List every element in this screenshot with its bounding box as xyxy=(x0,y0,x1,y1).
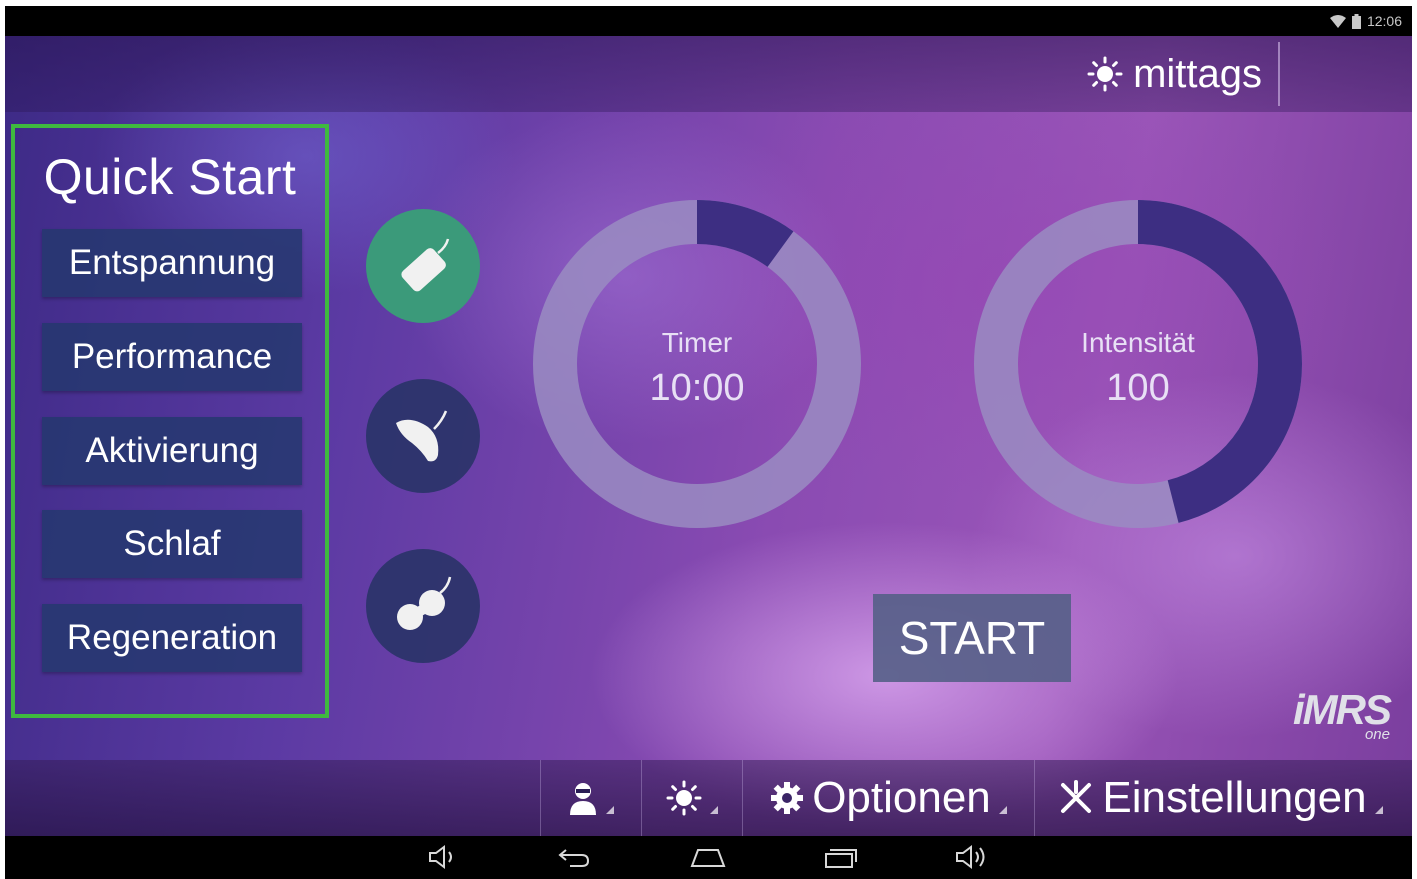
quick-start-panel: Quick Start Entspannung Performance Akti… xyxy=(11,124,329,718)
timer-ring xyxy=(533,200,861,528)
app-screen: mittags Quick Start Entspannung Performa… xyxy=(5,36,1412,836)
timer-value: 10:00 xyxy=(649,367,745,409)
intensity-label: Intensität xyxy=(1081,327,1195,358)
header-divider xyxy=(1278,42,1280,106)
time-of-day-selector[interactable]: mittags xyxy=(1087,46,1262,102)
top-bar: mittags xyxy=(5,36,1412,112)
user-profile-button[interactable] xyxy=(540,760,641,836)
dropdown-corner-icon xyxy=(606,806,614,814)
android-nav-bar xyxy=(5,836,1412,879)
volume-up-icon[interactable] xyxy=(954,844,990,870)
intensity-ring xyxy=(974,200,1302,528)
sun-icon xyxy=(1087,56,1123,92)
intensity-value: 100 xyxy=(1106,367,1170,409)
gear-icon xyxy=(771,782,804,814)
wifi-icon xyxy=(1329,14,1346,28)
timer-label: Timer xyxy=(661,327,733,358)
options-button[interactable]: Optionen xyxy=(742,760,1034,836)
settings-button[interactable]: Einstellungen xyxy=(1034,760,1406,836)
tablet-device: 12:06 mittags Quick Start Entspannung Pe… xyxy=(5,6,1412,879)
dropdown-corner-icon xyxy=(998,806,1007,814)
quick-start-schlaf-button[interactable]: Schlaf xyxy=(42,510,302,578)
applicator-dual-button[interactable] xyxy=(366,549,480,663)
user-icon xyxy=(570,783,596,815)
back-icon[interactable] xyxy=(556,844,592,870)
brand-logo: iMRS one xyxy=(1293,686,1392,743)
dropdown-corner-icon xyxy=(710,806,718,814)
applicator-pad-button[interactable] xyxy=(366,209,480,323)
start-button[interactable]: START xyxy=(873,594,1071,682)
applicator-pad-icon xyxy=(401,238,450,292)
quick-start-title: Quick Start xyxy=(43,149,297,205)
recent-apps-icon[interactable] xyxy=(822,844,858,870)
timer-dial[interactable]: Timer 10:00 xyxy=(532,199,862,529)
sun-icon xyxy=(666,780,702,816)
quick-start-performance-button[interactable]: Performance xyxy=(42,323,302,391)
battery-icon xyxy=(1351,13,1361,29)
status-time: 12:06 xyxy=(1366,13,1402,29)
intensity-dial[interactable]: Intensität 100 xyxy=(973,199,1303,529)
applicator-dual-icon xyxy=(397,576,452,630)
bottom-bar: Optionen Einstellungen xyxy=(5,760,1412,836)
options-label: Optionen xyxy=(812,773,991,822)
brightness-button[interactable] xyxy=(641,760,742,836)
home-icon[interactable] xyxy=(688,844,728,870)
quick-start-regeneration-button[interactable]: Regeneration xyxy=(42,604,302,672)
quick-start-entspannung-button[interactable]: Entspannung xyxy=(42,229,302,297)
status-bar: 12:06 xyxy=(5,6,1412,36)
applicator-spot-button[interactable] xyxy=(366,379,480,493)
dropdown-corner-icon xyxy=(1374,806,1383,814)
settings-label: Einstellungen xyxy=(1102,773,1367,822)
volume-down-icon[interactable] xyxy=(427,844,459,870)
applicator-spot-icon xyxy=(396,410,448,462)
quick-start-aktivierung-button[interactable]: Aktivierung xyxy=(42,417,302,485)
tools-icon xyxy=(1061,780,1092,813)
time-of-day-label: mittags xyxy=(1133,51,1262,96)
